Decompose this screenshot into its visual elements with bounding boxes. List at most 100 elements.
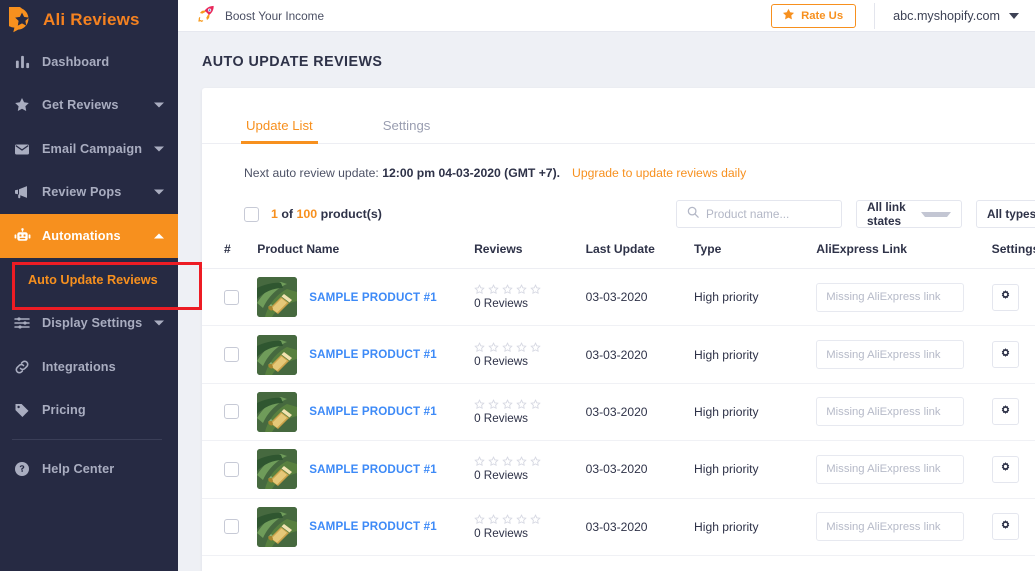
- brand-logo[interactable]: Ali Reviews: [0, 0, 178, 40]
- product-name-link[interactable]: SAMPLE PRODUCT #1: [309, 405, 437, 418]
- row-product-cell: SAMPLE PRODUCT #1: [257, 440, 475, 499]
- reviews-count: 0 Reviews: [474, 526, 528, 540]
- sidebar-item-display-settings[interactable]: Display Settings: [0, 302, 178, 346]
- filter-group: Product name... All link states All type…: [676, 200, 1035, 228]
- row-last-update-cell: 03-03-2020: [585, 325, 695, 384]
- aliexpress-link-input[interactable]: Missing AliExpress link: [816, 397, 965, 427]
- row-reviews-cell: 0 Reviews: [474, 325, 586, 384]
- count-middle: of: [277, 207, 297, 221]
- table-row: SAMPLE PRODUCT #1 0 Reviews 03-03-2020 H…: [202, 440, 1035, 499]
- aliexpress-link-input[interactable]: Missing AliExpress link: [816, 454, 965, 484]
- shop-selector[interactable]: abc.myshopify.com: [893, 9, 1035, 23]
- column-header-last-update: Last Update: [585, 232, 695, 269]
- star-rating: [474, 284, 586, 295]
- sidebar-subitem-auto-update-reviews[interactable]: Auto Update Reviews: [0, 258, 178, 302]
- boost-label: Boost Your Income: [225, 8, 325, 23]
- row-checkbox[interactable]: [224, 347, 239, 363]
- table-body: SAMPLE PRODUCT #1 0 Reviews 03-03-2020 H…: [202, 268, 1035, 556]
- row-type-cell: High priority: [694, 498, 817, 556]
- reviews-count: 0 Reviews: [474, 297, 528, 311]
- row-reviews-cell: 0 Reviews: [474, 268, 586, 327]
- chevron-down-icon: [154, 146, 164, 152]
- sidebar-item-label: Automations: [42, 228, 121, 243]
- sidebar-item-email-campaign[interactable]: Email Campaign: [0, 127, 178, 171]
- next-update-notice: Next auto review update: 12:00 pm 04-03-…: [202, 144, 1035, 180]
- product-thumbnail[interactable]: [257, 334, 298, 375]
- product-thumbnail[interactable]: [257, 391, 298, 432]
- product-name-link[interactable]: SAMPLE PRODUCT #1: [309, 520, 437, 533]
- star-icon: [782, 8, 795, 24]
- product-thumbnail[interactable]: [257, 506, 298, 547]
- sidebar-item-label: Get Reviews: [42, 98, 119, 113]
- aliexpress-link-input[interactable]: Missing AliExpress link: [816, 512, 965, 542]
- row-settings-button[interactable]: [991, 341, 1019, 369]
- sidebar-item-automations[interactable]: Automations: [0, 214, 178, 258]
- row-settings-button[interactable]: [991, 398, 1019, 426]
- tab-bar: Update List Settings: [202, 88, 1035, 144]
- type-value: High priority: [694, 404, 759, 419]
- sidebar-item-label: Pricing: [42, 403, 86, 418]
- link-state-select[interactable]: All link states: [856, 200, 962, 228]
- row-type-cell: High priority: [694, 268, 817, 327]
- page-title: AUTO UPDATE REVIEWS: [202, 54, 383, 70]
- tab-update-list[interactable]: Update List: [241, 118, 318, 144]
- row-checkbox[interactable]: [224, 404, 239, 420]
- aliexpress-link-input[interactable]: Missing AliExpress link: [816, 282, 965, 312]
- link-state-value: All link states: [867, 200, 906, 228]
- search-icon: [687, 205, 699, 223]
- row-last-update-cell: 03-03-2020: [585, 268, 695, 327]
- row-checkbox[interactable]: [224, 289, 239, 305]
- link-icon: [12, 358, 32, 376]
- sidebar-item-pricing[interactable]: Pricing: [0, 389, 178, 433]
- product-count: 1 of 100 product(s): [271, 207, 382, 221]
- sidebar-item-get-reviews[interactable]: Get Reviews: [0, 84, 178, 128]
- gear-icon: [999, 461, 1012, 477]
- row-settings-button[interactable]: [991, 455, 1019, 483]
- product-name-link[interactable]: SAMPLE PRODUCT #1: [309, 463, 437, 476]
- reviews-count: 0 Reviews: [474, 411, 528, 425]
- row-reviews-cell: 0 Reviews: [474, 498, 586, 556]
- type-value: High priority: [694, 519, 759, 534]
- topbar-divider: [874, 2, 876, 29]
- column-header-product: Product Name: [257, 232, 475, 269]
- sidebar-item-review-pops[interactable]: Review Pops: [0, 171, 178, 215]
- product-name-link[interactable]: SAMPLE PRODUCT #1: [309, 348, 437, 361]
- gear-icon: [999, 404, 1012, 420]
- row-checkbox[interactable]: [224, 519, 239, 535]
- product-name-link[interactable]: SAMPLE PRODUCT #1: [309, 291, 437, 304]
- product-thumbnail[interactable]: [257, 277, 298, 318]
- boost-your-income[interactable]: Boost Your Income: [197, 4, 324, 28]
- star-rating: [474, 399, 586, 410]
- type-value: High priority: [694, 290, 759, 305]
- chevron-down-icon: [921, 211, 951, 217]
- select-all-checkbox[interactable]: [244, 206, 259, 222]
- row-checkbox[interactable]: [224, 461, 239, 477]
- column-header-aliexpress-link: AliExpress Link: [816, 232, 992, 269]
- row-settings-cell: [991, 498, 1035, 556]
- tab-settings[interactable]: Settings: [381, 118, 433, 143]
- row-checkbox-cell: [202, 325, 258, 384]
- type-select[interactable]: All types: [976, 200, 1035, 228]
- aliexpress-link-input[interactable]: Missing AliExpress link: [816, 340, 965, 370]
- aliexpress-link-placeholder: Missing AliExpress link: [826, 291, 941, 304]
- rate-us-button[interactable]: Rate Us: [771, 3, 857, 28]
- topbar-right-group: Rate Us abc.myshopify.com: [771, 0, 1035, 31]
- sidebar-item-help-center[interactable]: Help Center: [0, 447, 178, 491]
- row-settings-button[interactable]: [991, 283, 1019, 311]
- row-settings-button[interactable]: [991, 513, 1019, 541]
- row-link-cell: Missing AliExpress link: [816, 268, 992, 327]
- upgrade-link[interactable]: Upgrade to update reviews daily: [572, 166, 746, 180]
- shop-domain: abc.myshopify.com: [893, 8, 1000, 23]
- bar-chart-icon: [12, 53, 32, 71]
- row-type-cell: High priority: [694, 440, 817, 499]
- product-thumbnail[interactable]: [257, 449, 298, 490]
- row-last-update-cell: 03-03-2020: [585, 383, 695, 442]
- sidebar-item-dashboard[interactable]: Dashboard: [0, 40, 178, 84]
- row-settings-cell: [991, 383, 1035, 442]
- row-checkbox-cell: [202, 383, 258, 442]
- search-box[interactable]: Product name...: [676, 200, 842, 228]
- sidebar-item-integrations[interactable]: Integrations: [0, 345, 178, 389]
- column-header-type: Type: [694, 232, 817, 269]
- row-product-cell: SAMPLE PRODUCT #1: [257, 383, 475, 442]
- gear-icon: [999, 347, 1012, 363]
